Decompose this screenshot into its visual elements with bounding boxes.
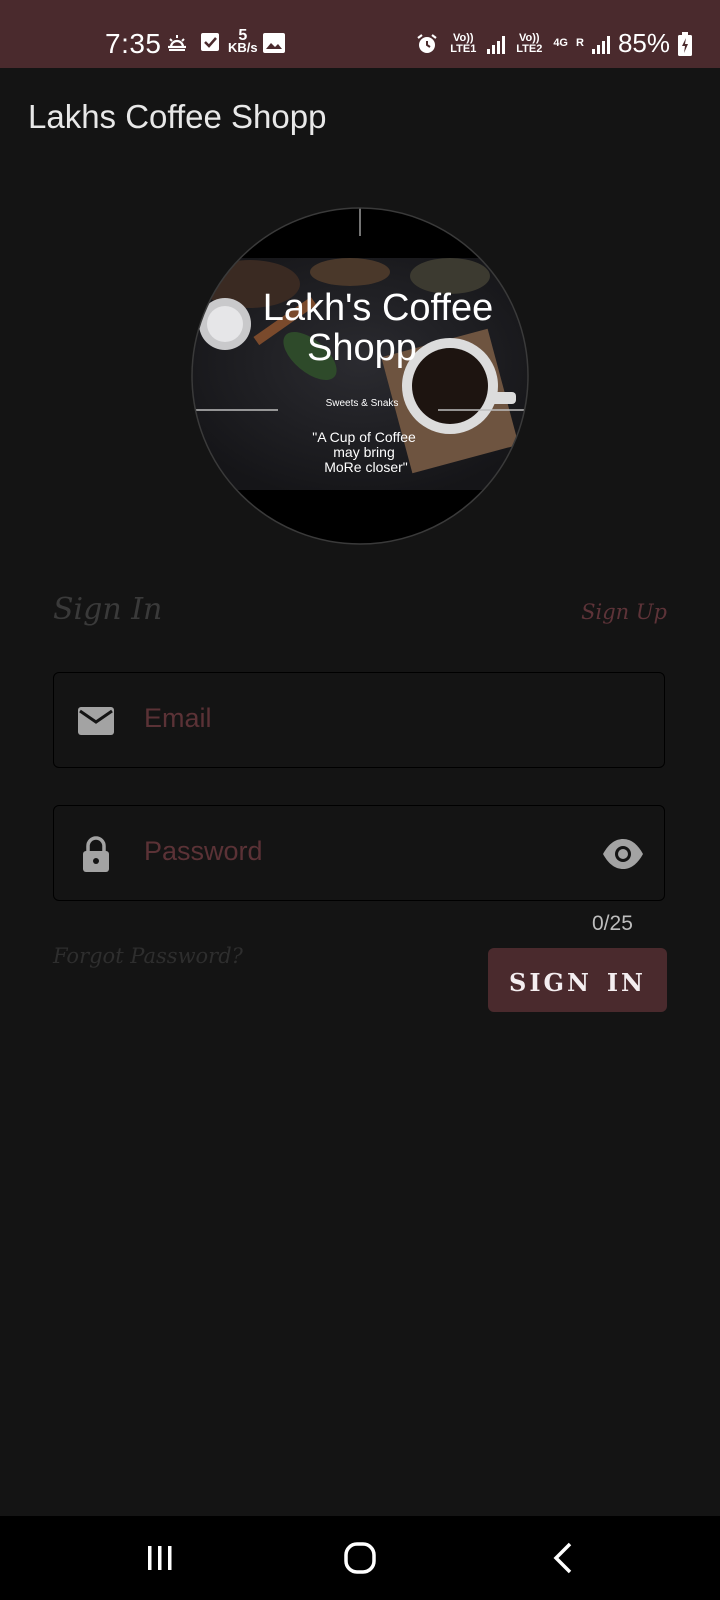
email-field[interactable]: Email bbox=[53, 672, 665, 768]
home-icon[interactable] bbox=[340, 1538, 380, 1578]
app-bar: Lakhs Coffee Shopp bbox=[0, 68, 720, 168]
signal-icon bbox=[487, 34, 506, 54]
email-label: Email bbox=[144, 703, 212, 733]
tab-sign-up[interactable]: Sign Up bbox=[581, 600, 667, 624]
auth-tabs: Sign In Sign Up bbox=[53, 592, 667, 642]
logo-image: Lakh's Coffee Shopp Sweets & Snaks "A Cu… bbox=[191, 207, 529, 545]
network-speed: 5 KB/s bbox=[228, 27, 258, 55]
password-char-counter: 0/25 bbox=[592, 912, 633, 935]
battery-percent: 85% bbox=[617, 28, 670, 58]
status-icons-right: Vo)) LTE1 Vo)) LTE2 4G R 85% bbox=[415, 28, 692, 59]
logo-title-line1: Lakh's Coffee bbox=[263, 287, 494, 329]
logo-quote-line1: "A Cup of Coffee bbox=[312, 429, 416, 445]
status-icons-left bbox=[165, 30, 221, 54]
back-icon[interactable] bbox=[544, 1538, 584, 1578]
logo-quote-line2: may bring bbox=[333, 444, 394, 460]
sign-in-button[interactable]: SIGN IN bbox=[488, 948, 667, 1012]
network-type: 4G bbox=[553, 37, 568, 49]
status-time: 7:35 bbox=[105, 28, 162, 59]
logo-quote-line3: MoRe closer" bbox=[324, 459, 408, 475]
email-icon bbox=[78, 707, 114, 735]
tab-sign-in[interactable]: Sign In bbox=[53, 592, 162, 627]
signal-icon bbox=[591, 34, 610, 54]
lock-icon bbox=[83, 836, 109, 872]
recent-apps-icon[interactable] bbox=[140, 1538, 180, 1578]
password-field[interactable]: Password bbox=[53, 805, 665, 901]
logo-tagline: Sweets & Snaks bbox=[326, 398, 399, 409]
system-nav-bar bbox=[0, 1516, 720, 1600]
roaming-indicator: R bbox=[576, 37, 584, 49]
alarm-icon bbox=[417, 33, 437, 53]
app-title: Lakhs Coffee Shopp bbox=[28, 98, 327, 135]
sim1-label: Vo)) LTE1 bbox=[450, 31, 477, 55]
checkbox-icon bbox=[201, 33, 219, 51]
weather-sunrise-icon bbox=[168, 35, 186, 51]
gallery-icon bbox=[263, 33, 285, 53]
forgot-password-link[interactable]: Forgot Password? bbox=[53, 944, 243, 968]
show-password-icon[interactable] bbox=[602, 836, 644, 872]
logo-title-line2: Shopp bbox=[307, 327, 417, 369]
battery-charging-icon bbox=[678, 31, 692, 56]
sim2-label: Vo)) LTE2 bbox=[516, 31, 543, 55]
status-bar: 7:35 5 KB/s Vo)) LTE1 Vo)) LTE2 4G R 85% bbox=[0, 0, 720, 68]
shop-logo: Lakh's Coffee Shopp Sweets & Snaks "A Cu… bbox=[190, 206, 530, 546]
password-label: Password bbox=[144, 836, 263, 866]
